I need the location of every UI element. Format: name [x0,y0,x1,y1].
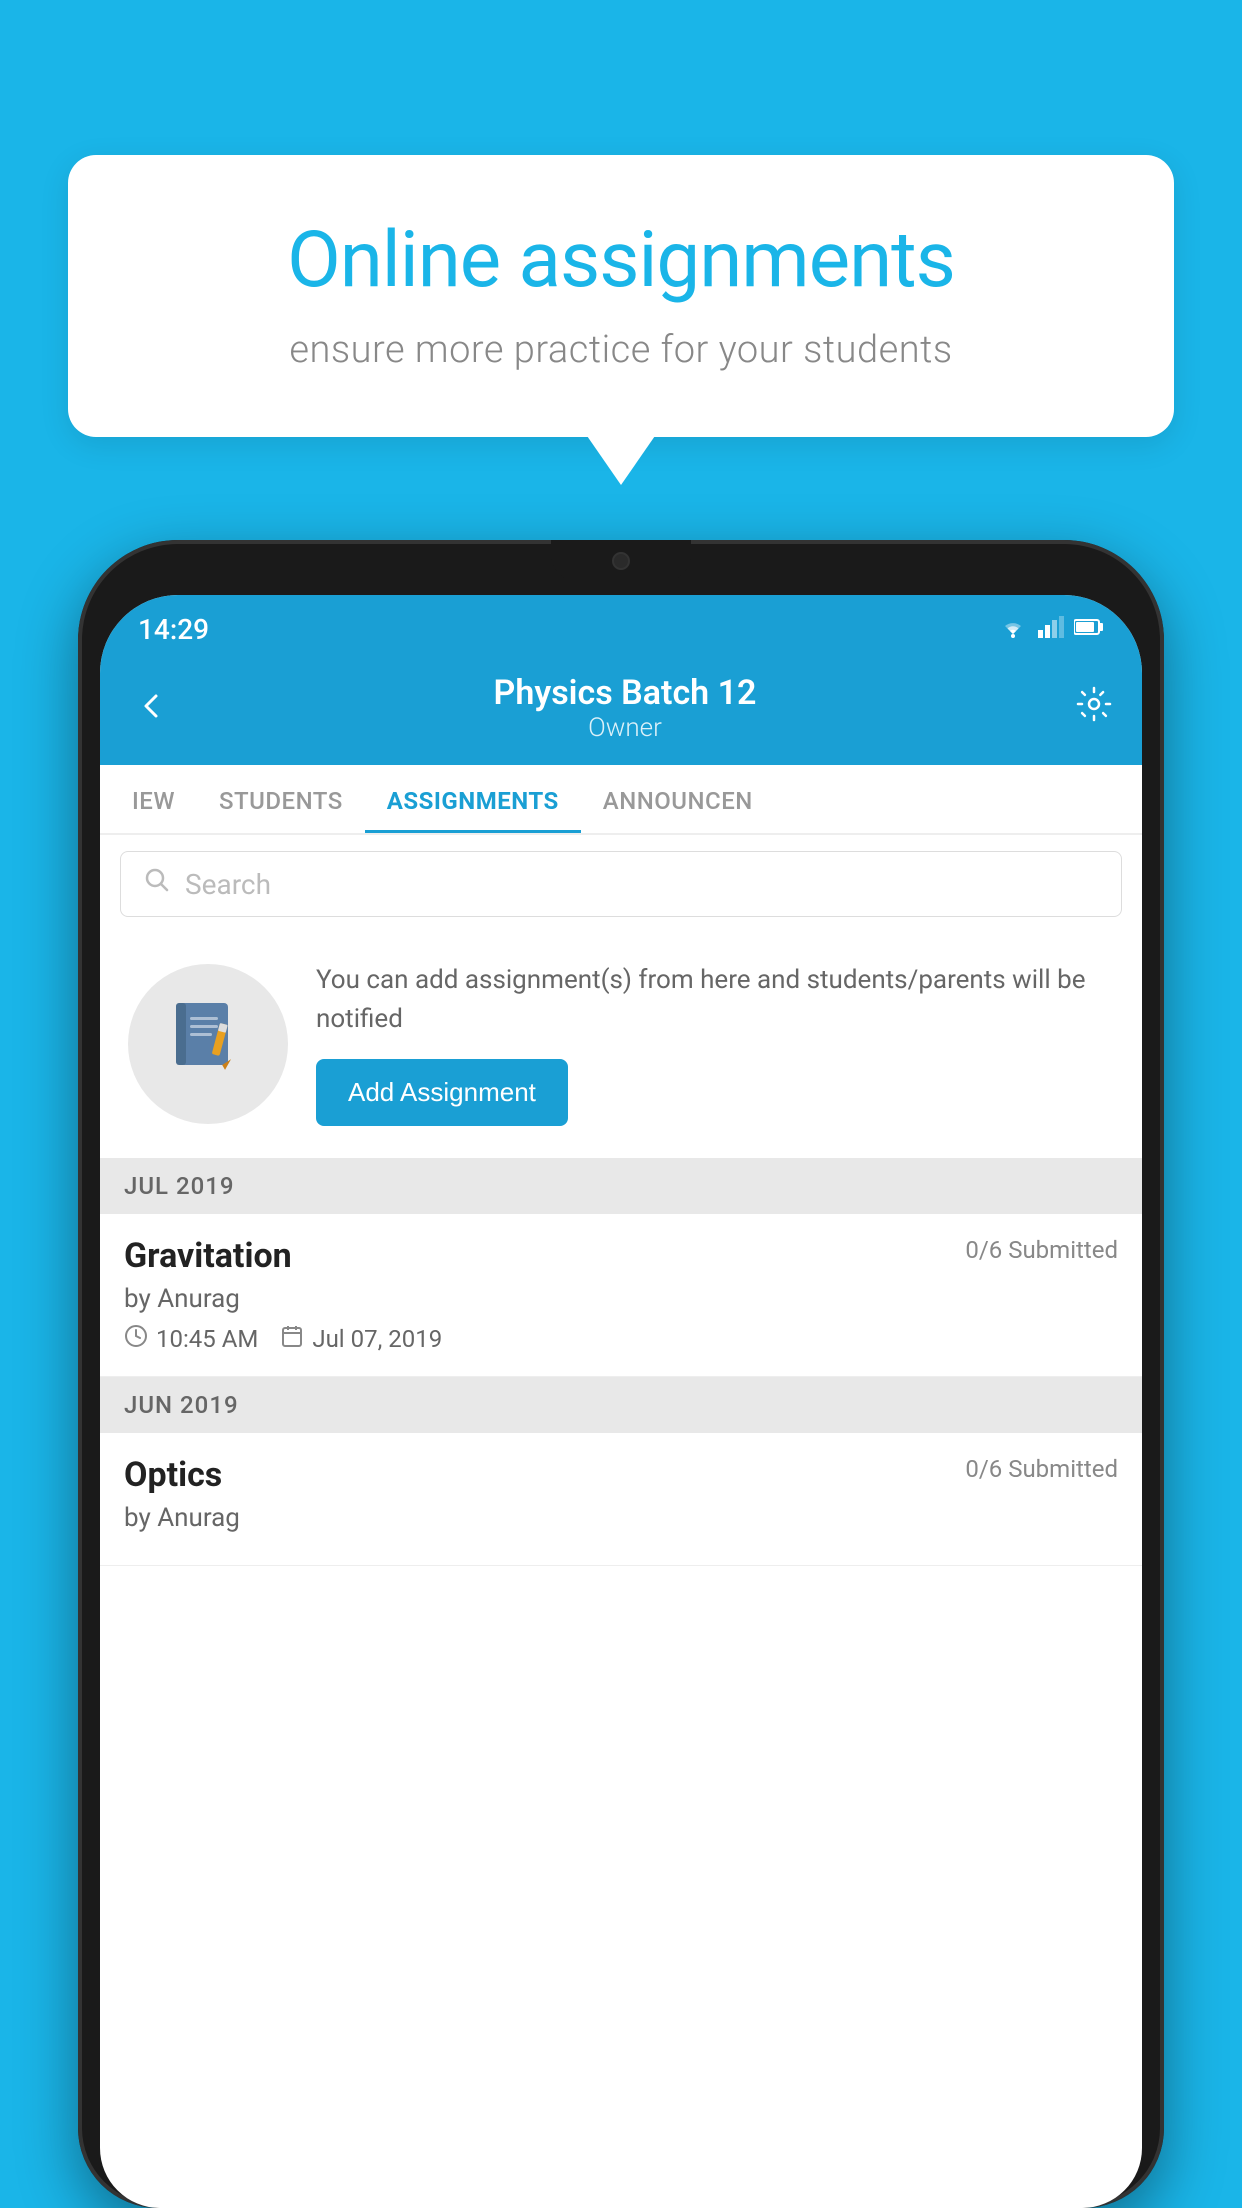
time-meta-gravitation: 10:45 AM [124,1324,258,1354]
calendar-icon [280,1324,304,1354]
status-time: 14:29 [138,605,209,646]
assignment-title-optics: Optics [124,1455,222,1495]
section-jul-2019: JUL 2019 [100,1158,1142,1214]
search-container: Search [100,835,1142,933]
search-placeholder: Search [185,868,271,901]
tab-assignments[interactable]: ASSIGNMENTS [365,765,581,833]
section-jul-label: JUL 2019 [124,1172,235,1200]
assignment-item-gravitation[interactable]: Gravitation 0/6 Submitted by Anurag 10:4… [100,1214,1142,1377]
promo-card: You can add assignment(s) from here and … [100,933,1142,1158]
date-meta-gravitation: Jul 07, 2019 [280,1324,442,1354]
section-jun-2019: JUN 2019 [100,1377,1142,1433]
status-icons [998,608,1104,642]
time-value-gravitation: 10:45 AM [156,1325,258,1353]
assignment-meta-gravitation: 10:45 AM Jul 07, 2019 [124,1324,1118,1354]
date-value-gravitation: Jul 07, 2019 [312,1325,442,1353]
content-area: Search [100,835,1142,1566]
submitted-badge-gravitation: 0/6 Submitted [965,1236,1118,1264]
section-jun-label: JUN 2019 [124,1391,239,1419]
app-header: Physics Batch 12 Owner [100,655,1142,765]
header-title-area: Physics Batch 12 Owner [494,673,757,743]
submitted-badge-optics: 0/6 Submitted [965,1455,1118,1483]
status-bar: 14:29 [100,595,1142,655]
assignment-title-gravitation: Gravitation [124,1236,292,1276]
header-subtitle: Owner [494,713,757,743]
search-box[interactable]: Search [120,851,1122,917]
tabs-bar: IEW STUDENTS ASSIGNMENTS ANNOUNCEN [100,765,1142,835]
tab-overview[interactable]: IEW [110,765,197,833]
promo-text-area: You can add assignment(s) from here and … [316,961,1114,1126]
assignment-author-optics: by Anurag [124,1503,1118,1533]
header-title: Physics Batch 12 [494,673,757,713]
promo-description: You can add assignment(s) from here and … [316,961,1114,1039]
add-assignment-button[interactable]: Add Assignment [316,1059,568,1126]
phone-frame: 14:29 [78,540,1164,2208]
phone-notch [551,540,691,582]
speech-bubble-subtext: ensure more practice for your students [138,328,1104,372]
notebook-icon [168,995,248,1093]
speech-bubble-heading: Online assignments [138,215,1104,306]
wifi-icon [998,616,1028,642]
settings-button[interactable] [1076,686,1112,731]
search-icon [143,866,171,902]
clock-icon [124,1324,148,1354]
tab-students[interactable]: STUDENTS [197,765,365,833]
back-button[interactable] [130,679,174,737]
assignment-row-top: Gravitation 0/6 Submitted [124,1236,1118,1276]
speech-bubble-container: Online assignments ensure more practice … [68,155,1174,437]
battery-icon [1074,618,1104,640]
phone-screen: 14:29 [100,595,1142,2208]
front-camera [612,552,630,570]
assignment-author-gravitation: by Anurag [124,1284,1118,1314]
tab-announcements[interactable]: ANNOUNCEN [581,765,775,833]
assignment-row-top-optics: Optics 0/6 Submitted [124,1455,1118,1495]
assignment-item-optics[interactable]: Optics 0/6 Submitted by Anurag [100,1433,1142,1566]
speech-bubble: Online assignments ensure more practice … [68,155,1174,437]
promo-icon-circle [128,964,288,1124]
signal-icon [1038,616,1064,642]
